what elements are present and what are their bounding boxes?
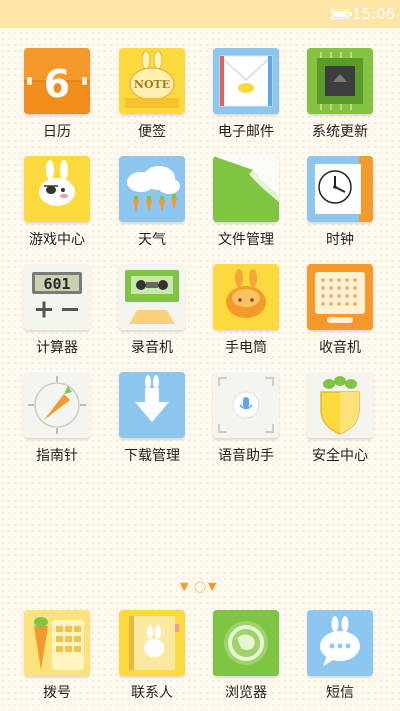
app-label: 系统更新 — [312, 124, 368, 140]
app-label: 时钟 — [326, 232, 354, 248]
app-label: 语音助手 — [218, 448, 274, 464]
app-game-center[interactable]: 游戏中心 — [11, 156, 103, 249]
app-label: 安全中心 — [312, 448, 368, 464]
app-clock[interactable]: 时钟 — [294, 156, 386, 249]
chip-icon — [307, 48, 373, 114]
app-label: 计算器 — [36, 340, 78, 356]
battery-icon — [331, 9, 352, 19]
app-label: 录音机 — [131, 340, 173, 356]
calendar-day-number: 6 — [44, 62, 70, 106]
app-label: 天气 — [138, 232, 166, 248]
app-label: 电子邮件 — [218, 124, 274, 140]
browser-icon — [213, 610, 279, 676]
app-calendar[interactable]: 6 日历 — [11, 48, 103, 141]
dock-dialer[interactable]: 拨号 — [11, 610, 103, 702]
app-flashlight[interactable]: 手电筒 — [200, 264, 292, 357]
app-voice-assistant[interactable]: 语音助手 — [200, 372, 292, 465]
dock-messages[interactable]: 短信 — [294, 610, 386, 702]
compass-icon — [24, 372, 90, 438]
app-security-center[interactable]: 安全中心 — [294, 372, 386, 465]
dialer-icon — [24, 610, 90, 676]
contacts-icon — [119, 610, 185, 676]
calculator-display: 601 — [43, 275, 70, 293]
app-label: 联系人 — [131, 685, 173, 701]
app-weather[interactable]: 天气 — [106, 156, 198, 249]
app-system-update[interactable]: 系统更新 — [294, 48, 386, 141]
messages-icon — [307, 610, 373, 676]
dock: 拨号 联系人 浏览器 短信 — [0, 600, 400, 711]
app-label: 游戏中心 — [29, 232, 85, 248]
current-page-dot-icon: ◯ — [194, 580, 207, 593]
recorder-icon — [119, 264, 185, 330]
app-label: 拨号 — [43, 685, 71, 701]
carrot-page-dot-icon: ▼ — [208, 580, 217, 593]
calculator-icon: 601 — [24, 264, 90, 330]
status-time: 15:06 — [352, 5, 396, 23]
app-radio[interactable]: 收音机 — [294, 264, 386, 357]
app-label: 指南针 — [36, 448, 78, 464]
carrot-page-dot-icon: ▼ — [180, 580, 189, 593]
app-download-manager[interactable]: 下载管理 — [106, 372, 198, 465]
app-label: 手电筒 — [225, 340, 267, 356]
app-label: 收音机 — [319, 340, 361, 356]
app-calculator[interactable]: 601 计算器 — [11, 264, 103, 357]
note-text: NOTE — [134, 78, 170, 91]
app-label: 短信 — [326, 685, 354, 701]
status-bar: 15:06 — [0, 0, 400, 28]
radio-icon — [307, 264, 373, 330]
app-label: 下载管理 — [124, 448, 180, 464]
download-icon — [119, 372, 185, 438]
app-label: 日历 — [43, 124, 71, 140]
email-icon — [213, 48, 279, 114]
app-recorder[interactable]: 录音机 — [106, 264, 198, 357]
calendar-icon: 6 — [24, 48, 90, 114]
file-manager-icon — [213, 156, 279, 222]
weather-icon — [119, 156, 185, 222]
app-label: 便签 — [138, 124, 166, 140]
app-notes[interactable]: NOTE 便签 — [106, 48, 198, 141]
note-icon: NOTE — [119, 48, 185, 114]
flashlight-icon — [213, 264, 279, 330]
game-center-icon — [24, 156, 90, 222]
app-file-manager[interactable]: 文件管理 — [200, 156, 292, 249]
app-email[interactable]: 电子邮件 — [200, 48, 292, 141]
microphone-icon — [213, 372, 279, 438]
page-indicator: ▼ ◯ ▼ — [180, 580, 220, 594]
dock-contacts[interactable]: 联系人 — [106, 610, 198, 702]
shield-icon — [307, 372, 373, 438]
app-label: 浏览器 — [225, 685, 267, 701]
app-label: 文件管理 — [218, 232, 274, 248]
clock-icon — [307, 156, 373, 222]
app-compass[interactable]: 指南针 — [11, 372, 103, 465]
dock-browser[interactable]: 浏览器 — [200, 610, 292, 702]
